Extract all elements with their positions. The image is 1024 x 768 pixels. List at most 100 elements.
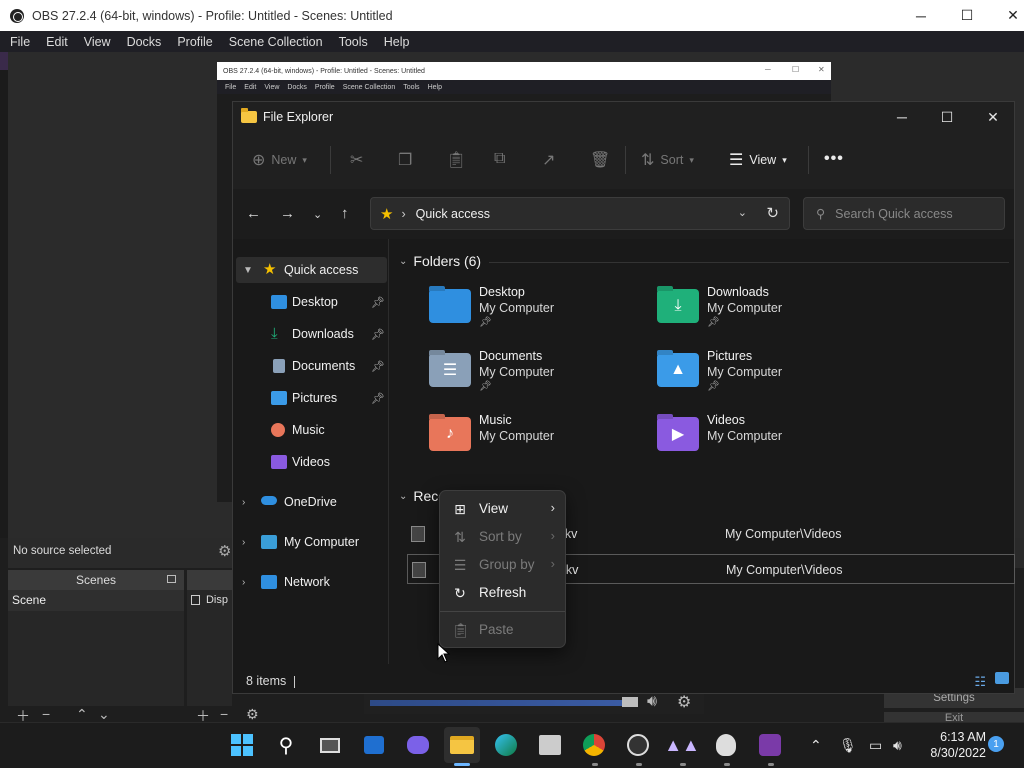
obs-close-button[interactable]: ✕	[990, 0, 1024, 31]
up-arrow-icon[interactable]: ↑	[341, 205, 349, 222]
scene-list-item[interactable]: Scene	[8, 590, 184, 611]
folder-tile-downloads[interactable]: ⤓ Downloads My Computer 📌︎	[657, 285, 877, 341]
folder-tile-pictures[interactable]: ▲ Pictures My Computer 📌︎	[657, 349, 877, 405]
view-button[interactable]: ☰ View ▾	[729, 150, 787, 170]
app-button-triangles[interactable]: ▲▲	[664, 732, 700, 758]
sidebar-item-music[interactable]: Music	[233, 417, 387, 443]
source-gear-icon[interactable]: ⚙	[246, 706, 259, 723]
more-options-button[interactable]: •••	[824, 150, 844, 168]
edge-button[interactable]	[493, 732, 519, 758]
mixer-gear-icon[interactable]: ⚙	[677, 692, 691, 712]
explorer-minimize-button[interactable]: ─	[879, 102, 925, 132]
expand-chevron-icon[interactable]: ▼	[243, 265, 253, 276]
store-button[interactable]	[537, 732, 563, 758]
sidebar-item-my-computer[interactable]: › My Computer	[233, 529, 387, 555]
taskbar: ⚲ ▲▲ ⌃ 🎙︎ ▭ 🔊︎ 6:13 AM 8/30/2022 1	[0, 722, 1024, 768]
share-button[interactable]: ↗	[542, 150, 555, 170]
obs-menu-edit[interactable]: Edit	[38, 35, 76, 49]
sidebar-item-videos[interactable]: Videos	[233, 449, 387, 475]
copy-button[interactable]: ❐	[398, 150, 412, 170]
address-dropdown-icon[interactable]: ⌄	[738, 206, 747, 219]
volume-slider-handle[interactable]	[622, 697, 638, 707]
recent-locations-icon[interactable]: ⌄	[313, 208, 322, 221]
dock-float-icon[interactable]	[167, 575, 176, 583]
explorer-close-button[interactable]: ✕	[970, 102, 1016, 132]
chat-button[interactable]	[405, 732, 431, 758]
folders-section-header[interactable]: ⌄ Folders (6)	[399, 253, 481, 269]
sidebar-item-documents[interactable]: Documents 📌︎	[233, 353, 387, 379]
back-arrow-icon[interactable]: ←	[246, 205, 261, 222]
details-view-icon[interactable]: ☷	[974, 674, 986, 690]
source-list-item[interactable]: Disp	[187, 590, 232, 610]
document-icon	[273, 359, 285, 373]
speaker-icon[interactable]: 🔊︎	[647, 693, 657, 711]
remove-scene-icon[interactable]: −	[42, 706, 50, 722]
sidebar-item-pictures[interactable]: Pictures 📌︎	[233, 385, 387, 411]
obs-taskbar-button[interactable]	[625, 732, 651, 758]
obs-menu-tools[interactable]: Tools	[331, 35, 376, 49]
widgets-button[interactable]	[361, 732, 387, 758]
obs-menu-docks[interactable]: Docks	[119, 35, 170, 49]
chrome-button[interactable]	[581, 732, 607, 758]
task-view-button[interactable]	[317, 732, 343, 758]
cut-icon: ✂	[350, 152, 364, 169]
context-menu-sort-by[interactable]: ⇅ Sort by ›	[440, 523, 565, 551]
obs-menu-file[interactable]: File	[0, 35, 38, 49]
folder-tile-desktop[interactable]: Desktop My Computer 📌︎	[429, 285, 649, 341]
expand-chevron-icon[interactable]: ›	[242, 577, 245, 588]
cut-button[interactable]: ✂	[350, 150, 363, 170]
breadcrumb-quick-access[interactable]: Quick access	[416, 207, 490, 221]
app-button-demon[interactable]	[757, 732, 783, 758]
obs-menu-help[interactable]: Help	[376, 35, 418, 49]
volume-tray-icon[interactable]: 🔊︎	[893, 737, 902, 754]
start-button[interactable]	[229, 732, 255, 758]
folder-tile-videos[interactable]: ▶ Videos My Computer	[657, 413, 877, 469]
source-properties-gear-icon[interactable]: ⚙	[218, 542, 231, 560]
forward-arrow-icon[interactable]: →	[280, 205, 295, 222]
collapse-chevron-icon[interactable]: ⌄	[399, 256, 407, 267]
folder-tile-music[interactable]: ♪ Music My Computer	[429, 413, 649, 469]
explorer-maximize-button[interactable]: ☐	[924, 102, 970, 132]
rename-button[interactable]: ⧉	[494, 150, 505, 168]
new-button[interactable]: ⊕ New ▾	[252, 150, 307, 170]
paste-button[interactable]: 📋︎	[446, 150, 466, 170]
collapse-chevron-icon[interactable]: ⌄	[399, 491, 407, 502]
sidebar-item-onedrive[interactable]: › OneDrive	[233, 489, 387, 515]
obs-menu-scene-collection[interactable]: Scene Collection	[221, 35, 331, 49]
sidebar-item-desktop[interactable]: Desktop 📌︎	[233, 289, 387, 315]
tiles-view-icon[interactable]	[995, 672, 1009, 684]
context-menu-view[interactable]: ⊞ View ›	[440, 495, 565, 523]
notification-badge[interactable]: 1	[988, 736, 1004, 752]
sources-dock-header	[187, 570, 232, 590]
search-taskbar-button[interactable]: ⚲	[273, 732, 299, 758]
move-down-icon[interactable]: ⌄	[98, 706, 110, 723]
obs-maximize-button[interactable]: ☐	[944, 0, 990, 31]
obs-menu-profile[interactable]: Profile	[169, 35, 220, 49]
system-clock[interactable]: 6:13 AM 8/30/2022	[916, 729, 986, 761]
move-up-icon[interactable]: ⌃	[76, 706, 88, 723]
sidebar-item-quick-access[interactable]: ▼ ★ Quick access	[236, 257, 387, 283]
nested-obs-menubar: File Edit View Docks Profile Scene Colle…	[217, 80, 831, 94]
expand-chevron-icon[interactable]: ›	[242, 497, 245, 508]
context-menu-refresh[interactable]: ↻ Refresh	[440, 579, 565, 607]
folder-name: Documents	[479, 349, 543, 363]
context-menu-paste[interactable]: 📋︎ Paste	[440, 616, 565, 644]
sort-button[interactable]: ⇅ Sort ▾	[641, 150, 694, 170]
search-box[interactable]: ⚲ Search Quick access	[803, 197, 1005, 230]
sidebar-item-downloads[interactable]: ⤓ Downloads 📌︎	[233, 321, 387, 347]
address-bar[interactable]: ★ › Quick access ⌄ ↻	[370, 197, 790, 230]
folder-tile-documents[interactable]: ☰ Documents My Computer 📌︎	[429, 349, 649, 405]
network-tray-icon[interactable]: ▭	[869, 737, 882, 754]
delete-button[interactable]: 🗑︎	[590, 150, 610, 170]
show-hidden-icons-chevron-icon[interactable]: ⌃	[810, 737, 822, 754]
expand-chevron-icon[interactable]: ›	[242, 537, 245, 548]
obs-minimize-button[interactable]: ─	[898, 0, 944, 31]
microphone-icon[interactable]: 🎙︎	[839, 737, 857, 754]
refresh-icon[interactable]: ↻	[766, 204, 779, 222]
sidebar-item-network[interactable]: › Network	[233, 569, 387, 595]
context-menu-group-by[interactable]: ☰ Group by ›	[440, 551, 565, 579]
obs-menu-view[interactable]: View	[76, 35, 119, 49]
remove-source-icon[interactable]: −	[220, 706, 228, 722]
file-explorer-taskbar-button[interactable]	[444, 727, 480, 763]
app-button-mask[interactable]	[713, 732, 739, 758]
